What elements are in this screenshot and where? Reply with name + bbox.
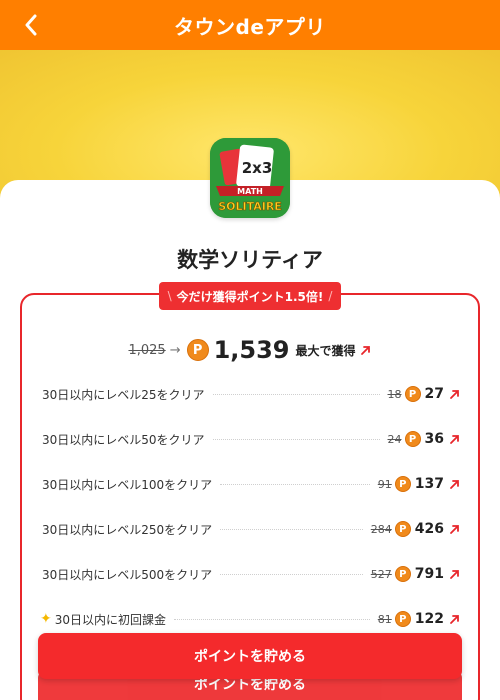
total-old-points: 1,025 <box>128 342 166 358</box>
task-label: 30日以内にレベル50をクリア <box>42 432 205 447</box>
task-new-points: 137 <box>414 476 444 492</box>
app-name: 数学ソリティア <box>177 248 323 272</box>
task-row: 30日以内にレベル250をクリア 284 P 426 <box>42 518 460 540</box>
task-label-text: 30日以内に初回課金 <box>54 612 167 627</box>
task-old-points: 24 <box>387 432 402 446</box>
task-row: 30日以内にレベル500をクリア 527 P 791 <box>42 563 460 585</box>
point-coin-icon: P <box>394 521 411 537</box>
promo-badge: \ 今だけ獲得ポイント1.5倍! / <box>159 282 341 310</box>
arrow-right-icon: → <box>169 342 181 358</box>
dotted-leader <box>174 618 370 620</box>
point-coin-icon: P <box>186 339 209 361</box>
task-old-points: 18 <box>387 387 402 401</box>
task-new-points: 122 <box>414 611 444 627</box>
task-row: 30日以内にレベル50をクリア 24 P 36 <box>42 428 460 450</box>
dotted-leader <box>220 528 363 530</box>
promo-label: 今だけ獲得ポイント1.5倍! <box>176 289 324 304</box>
app-header: タウンdeアプリ <box>0 0 500 50</box>
task-new-points: 36 <box>424 431 444 447</box>
task-label: 30日以内にレベル250をクリア <box>42 522 213 537</box>
app-icon: 2x3 MATH SOLITAIRE <box>210 138 290 218</box>
dotted-leader <box>212 393 380 395</box>
dotted-leader <box>212 438 380 440</box>
task-row: 30日以内にレベル25をクリア 18 P 27 <box>42 383 460 405</box>
header-title: タウンdeアプリ <box>174 14 326 39</box>
save-points-button[interactable]: ポイントを貯める <box>38 633 462 679</box>
dotted-leader <box>220 573 363 575</box>
point-coin-icon: P <box>404 386 421 402</box>
arrow-up-right-icon <box>448 568 460 580</box>
task-label: 30日以内にレベル100をクリア <box>42 477 213 492</box>
task-old-points: 91 <box>377 477 392 491</box>
promo-left-mark: \ <box>167 289 172 303</box>
task-old-points: 81 <box>377 612 392 626</box>
dotted-leader <box>220 483 370 485</box>
total-new-points: 1,539 <box>213 336 290 364</box>
task-new-points: 426 <box>414 521 444 537</box>
point-coin-icon: P <box>394 611 411 627</box>
total-suffix: 最大で獲得 <box>295 343 356 358</box>
sparkle-icon: ✦ <box>40 611 52 627</box>
chevron-left-icon <box>25 14 37 36</box>
task-label: 30日以内にレベル25をクリア <box>42 387 205 402</box>
arrow-up-right-icon <box>360 344 372 356</box>
task-new-points: 791 <box>414 566 444 582</box>
arrow-up-right-icon <box>448 523 460 535</box>
task-label: ✦ 30日以内に初回課金 <box>40 611 167 628</box>
task-old-points: 527 <box>370 567 392 581</box>
point-coin-icon: P <box>404 431 421 447</box>
arrow-up-right-icon <box>448 478 460 490</box>
task-row: ✦ 30日以内に初回課金 81 P 122 <box>40 608 460 630</box>
back-button[interactable] <box>16 10 46 40</box>
arrow-up-right-icon <box>448 388 460 400</box>
icon-text-2x3: 2x3 <box>242 159 273 177</box>
task-label: 30日以内にレベル500をクリア <box>42 567 213 582</box>
icon-text-math: MATH <box>237 187 263 196</box>
promo-right-mark: / <box>328 289 333 303</box>
point-coin-icon: P <box>394 476 411 492</box>
task-row: 30日以内にレベル100をクリア 91 P 137 <box>42 473 460 495</box>
arrow-up-right-icon <box>448 433 460 445</box>
point-coin-icon: P <box>394 566 411 582</box>
total-points: 1,025 → P 1,539 最大で獲得 <box>0 336 500 364</box>
task-new-points: 27 <box>424 386 444 402</box>
task-old-points: 284 <box>370 522 392 536</box>
arrow-up-right-icon <box>448 613 460 625</box>
icon-text-solitaire: SOLITAIRE <box>218 200 282 213</box>
